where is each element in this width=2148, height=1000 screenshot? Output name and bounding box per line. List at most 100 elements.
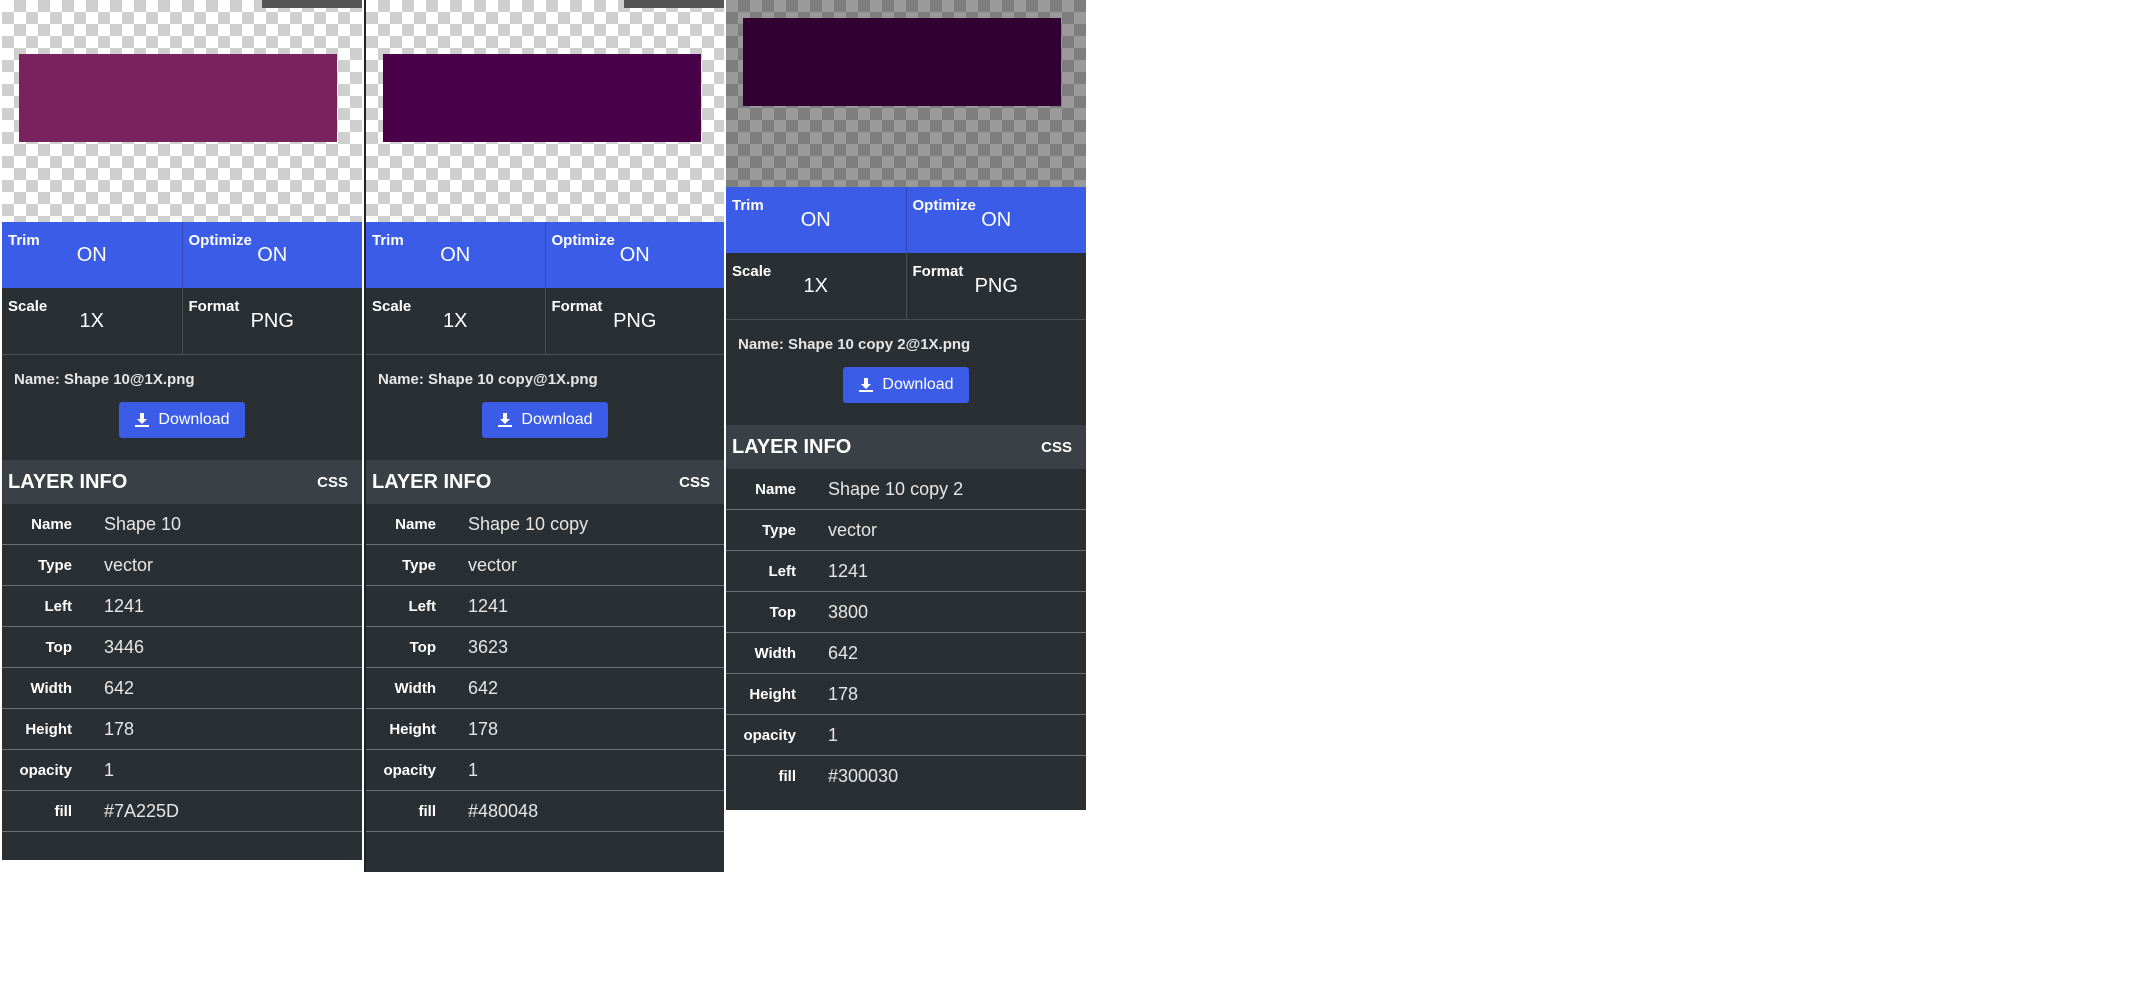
info-row-type: Type vector <box>726 510 1086 551</box>
info-key: fill <box>778 767 797 785</box>
format-select[interactable]: Format PNG <box>905 253 1087 319</box>
scale-value: 1X <box>803 275 828 297</box>
layer-preview <box>2 0 362 222</box>
optimize-value: ON <box>981 209 1012 231</box>
scale-value: 1X <box>443 310 468 332</box>
format-value: PNG <box>613 310 657 332</box>
download-button[interactable]: Download <box>843 367 969 403</box>
layer-preview <box>366 0 724 222</box>
preview-toolbar <box>262 0 362 8</box>
layer-info-header: LAYER INFO CSS <box>726 425 1086 469</box>
format-select[interactable]: Format PNG <box>544 288 725 354</box>
optimize-toggle[interactable]: Optimize ON <box>544 222 725 288</box>
download-label: Download <box>882 376 954 393</box>
layer-preview <box>726 0 1086 187</box>
info-row-fill: fill #480048 <box>366 791 724 832</box>
info-row-left: Left 1241 <box>366 586 724 627</box>
info-row-name: Name Shape 10 copy <box>366 504 724 545</box>
info-value: vector <box>468 554 518 575</box>
download-button[interactable]: Download <box>482 402 608 438</box>
optimize-value: ON <box>619 244 650 266</box>
info-key: opacity <box>19 761 72 779</box>
info-value: 642 <box>104 677 135 698</box>
trim-toggle[interactable]: Trim ON <box>2 222 182 288</box>
info-value: 642 <box>828 642 859 663</box>
info-value: 178 <box>104 718 135 739</box>
info-value: 3623 <box>468 636 509 657</box>
info-value: #480048 <box>468 800 539 821</box>
optimize-value: ON <box>257 244 288 266</box>
download-button[interactable]: Download <box>119 402 245 438</box>
info-key: opacity <box>383 761 436 779</box>
info-row-opacity: opacity 1 <box>366 750 724 791</box>
scale-select[interactable]: Scale 1X <box>366 288 545 354</box>
export-panel: Trim ON Optimize ON Scale 1X Format PNG … <box>364 0 724 872</box>
download-icon <box>859 378 874 392</box>
layer-info-title: LAYER INFO <box>372 470 492 493</box>
export-file-name: Name: Shape 10 copy@1X.png <box>378 371 598 388</box>
info-row-height: Height 178 <box>366 709 724 750</box>
info-row-name: Name Shape 10 copy 2 <box>726 469 1086 510</box>
info-row-top: Top 3623 <box>366 627 724 668</box>
scale-value: 1X <box>79 310 104 332</box>
export-file-name: Name: Shape 10@1X.png <box>14 371 195 388</box>
info-key: Left <box>768 562 797 580</box>
info-row-type: Type vector <box>366 545 724 586</box>
info-value: 1 <box>104 759 115 780</box>
info-key: Height <box>389 720 436 738</box>
info-key: Left <box>44 597 73 615</box>
format-select[interactable]: Format PNG <box>181 288 363 354</box>
download-icon <box>498 413 513 427</box>
export-panel: Trim ON Optimize ON Scale 1X Format PNG … <box>726 0 1086 810</box>
info-key: Type <box>402 556 436 574</box>
css-tab[interactable]: CSS <box>1041 439 1072 456</box>
info-row-opacity: opacity 1 <box>2 750 362 791</box>
info-row-fill: fill #7A225D <box>2 791 362 832</box>
layer-info-header: LAYER INFO CSS <box>366 460 724 504</box>
info-row-left: Left 1241 <box>2 586 362 627</box>
info-key: Top <box>409 638 436 656</box>
info-value: #300030 <box>828 765 899 786</box>
preview-toolbar <box>624 0 724 8</box>
info-key: Top <box>45 638 72 656</box>
info-value: vector <box>104 554 154 575</box>
info-row-width: Width 642 <box>366 668 724 709</box>
shape-preview <box>383 54 701 142</box>
export-panel: Trim ON Optimize ON Scale 1X Format PNG … <box>2 0 362 860</box>
info-value: Shape 10 <box>104 513 182 534</box>
info-value: 1241 <box>104 595 145 616</box>
format-value: PNG <box>974 275 1018 297</box>
info-key: fill <box>54 802 73 820</box>
info-value: vector <box>828 519 878 540</box>
css-tab[interactable]: CSS <box>679 474 710 491</box>
trim-toggle[interactable]: Trim ON <box>726 187 906 253</box>
optimize-toggle[interactable]: Optimize ON <box>905 187 1087 253</box>
info-row-opacity: opacity 1 <box>726 715 1086 756</box>
info-value: Shape 10 copy 2 <box>828 478 964 499</box>
scale-select[interactable]: Scale 1X <box>2 288 182 354</box>
info-value: 1241 <box>468 595 509 616</box>
info-row-height: Height 178 <box>2 709 362 750</box>
info-key: Name <box>755 480 796 498</box>
info-value: 3446 <box>104 636 145 657</box>
layer-info-title: LAYER INFO <box>732 435 852 458</box>
info-row-width: Width 642 <box>2 668 362 709</box>
layer-info-title: LAYER INFO <box>8 470 128 493</box>
info-key: Height <box>25 720 72 738</box>
download-icon <box>135 413 150 427</box>
layer-info-table: Name Shape 10 copy 2 Type vector Left 1241 … <box>726 469 1086 796</box>
info-key: opacity <box>743 726 796 744</box>
layer-info-header: LAYER INFO CSS <box>2 460 362 504</box>
info-key: Name <box>31 515 72 533</box>
info-row-left: Left 1241 <box>726 551 1086 592</box>
info-value: 178 <box>468 718 499 739</box>
shape-preview <box>743 18 1061 106</box>
info-row-height: Height 178 <box>726 674 1086 715</box>
info-row-fill: fill #300030 <box>726 756 1086 796</box>
scale-select[interactable]: Scale 1X <box>726 253 906 319</box>
layer-info-table: Name Shape 10 copy Type vector Left 1241 To… <box>366 504 724 832</box>
css-tab[interactable]: CSS <box>317 474 348 491</box>
trim-toggle[interactable]: Trim ON <box>366 222 545 288</box>
optimize-toggle[interactable]: Optimize ON <box>181 222 363 288</box>
info-value: 1 <box>468 759 479 780</box>
